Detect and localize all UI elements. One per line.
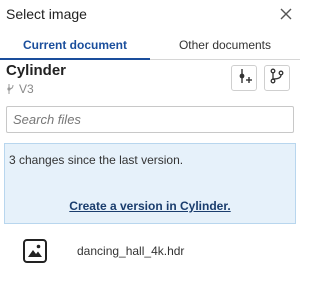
tab-bar: Current document Other documents: [0, 32, 300, 60]
file-name: dancing_hall_4k.hdr: [77, 244, 185, 258]
create-version-link[interactable]: Create a version in Cylinder.: [5, 199, 295, 213]
dialog-header: Select image: [0, 0, 300, 28]
dialog-title: Select image: [6, 6, 87, 22]
tab-current-document[interactable]: Current document: [0, 32, 150, 60]
document-version: V3: [6, 82, 34, 96]
changes-notice: 3 changes since the last version. Create…: [4, 143, 296, 224]
create-version-icon: [235, 67, 253, 90]
list-item[interactable]: dancing_hall_4k.hdr: [0, 234, 300, 268]
version-graph-icon: [6, 83, 16, 95]
close-icon[interactable]: [278, 6, 294, 22]
changes-message: 3 changes since the last version.: [9, 153, 184, 167]
tab-other-documents[interactable]: Other documents: [150, 32, 300, 60]
branch-icon: [268, 67, 286, 90]
branch-button[interactable]: [264, 65, 290, 91]
create-version-button[interactable]: [231, 65, 257, 91]
search-input[interactable]: [6, 106, 294, 133]
image-file-icon: [22, 238, 48, 264]
document-name: Cylinder: [6, 62, 67, 79]
version-label: V3: [19, 82, 34, 96]
